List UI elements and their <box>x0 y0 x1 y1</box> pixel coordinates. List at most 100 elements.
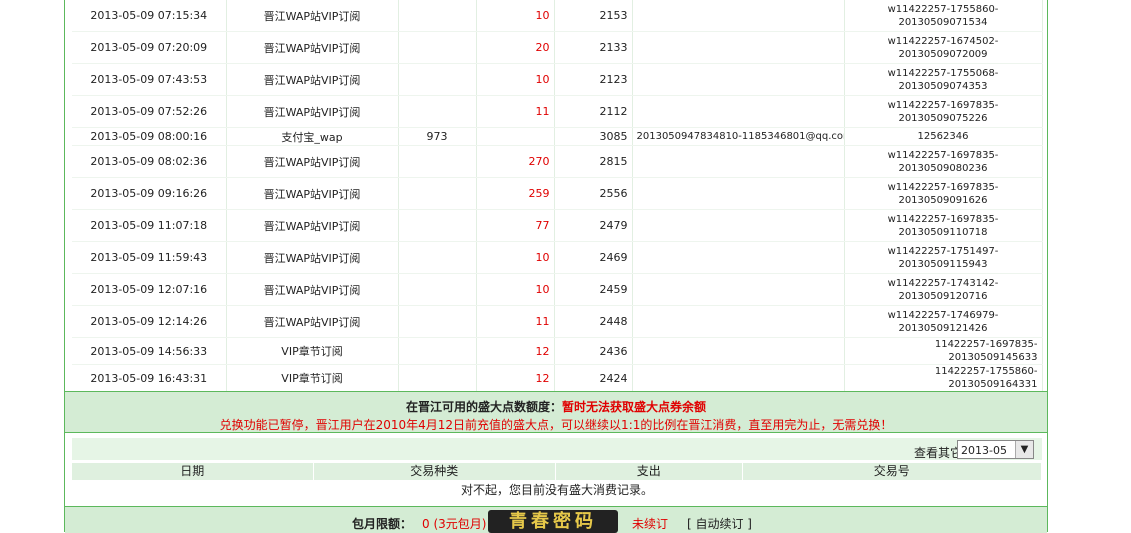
cell-type: 晋江WAP站VIP订阅 <box>226 209 399 242</box>
cell-time: 2013-05-09 12:07:16 <box>72 273 227 306</box>
cell-a <box>398 95 477 128</box>
cell-d <box>632 145 845 178</box>
cell-b: 10 <box>476 273 555 306</box>
cell-type: 晋江WAP站VIP订阅 <box>226 0 399 32</box>
table-row: 2013-05-09 16:43:31 VIP章节订阅 12 2424 11422257… <box>72 364 1043 392</box>
table-row: 2013-05-09 07:43:53 晋江WAP站VIP订阅 10 2123 w114… <box>72 63 1043 96</box>
cell-d <box>632 63 845 96</box>
cell-time: 2013-05-09 14:56:33 <box>72 337 227 365</box>
cell-c: 2112 <box>554 95 633 128</box>
cell-c: 2436 <box>554 337 633 365</box>
sd-points-label: 在晋江可用的盛大点数额度： <box>405 400 562 414</box>
cell-a <box>398 31 477 64</box>
cell-time: 2013-05-09 08:02:36 <box>72 145 227 178</box>
cell-c: 2123 <box>554 63 633 96</box>
cell-a <box>398 63 477 96</box>
cell-type: 晋江WAP站VIP订阅 <box>226 305 399 338</box>
cell-a <box>398 273 477 306</box>
month-select-value: 2013-05 <box>961 444 1007 457</box>
cell-type: 晋江WAP站VIP订阅 <box>226 31 399 64</box>
cell-type: 晋江WAP站VIP订阅 <box>226 177 399 210</box>
cell-type: 晋江WAP站VIP订阅 <box>226 63 399 96</box>
cell-b: 77 <box>476 209 555 242</box>
month-select[interactable]: 2013-05 ▼ <box>957 440 1034 459</box>
cell-c: 2424 <box>554 364 633 392</box>
watermark-logo: 青春密码 <box>488 510 618 533</box>
table-row: 2013-05-09 14:56:33 VIP章节订阅 12 2436 11422257… <box>72 337 1043 365</box>
cell-d <box>632 95 845 128</box>
cell-type: 晋江WAP站VIP订阅 <box>226 95 399 128</box>
cell-e: w11422257-1674502- 20130509072009 <box>844 31 1043 64</box>
table-row: 2013-05-09 07:20:09 晋江WAP站VIP订阅 20 2133 w114… <box>72 31 1043 64</box>
cell-e: w11422257-1755068- 20130509074353 <box>844 63 1043 96</box>
transaction-table-wrap: 2013-05-09 07:15:34 晋江WAP站VIP订阅 10 2153 w114… <box>72 0 1043 392</box>
table-row: 2013-05-09 12:14:26 晋江WAP站VIP订阅 11 2448 w114… <box>72 305 1043 338</box>
cell-e: w11422257-1751497- 20130509115943 <box>844 241 1043 274</box>
monthly-limit-value: 0 (3元包月) <box>422 517 487 531</box>
monthly-limit-bar: 包月限额： 0 (3元包月) 青春密码 未续订 [ 自动续订 ] <box>65 506 1047 533</box>
sd-table-header: 日期 交易种类 支出 交易号 <box>72 463 1042 480</box>
cell-a: 973 <box>398 127 477 146</box>
cell-b <box>476 127 555 146</box>
cell-b: 259 <box>476 177 555 210</box>
cell-e: w11422257-1697835- 20130509110718 <box>844 209 1043 242</box>
cell-time: 2013-05-09 11:59:43 <box>72 241 227 274</box>
cell-a <box>398 209 477 242</box>
cell-type: 支付宝_wap <box>226 127 399 146</box>
cell-a <box>398 177 477 210</box>
cell-a <box>398 0 477 32</box>
empty-message: 对不起，您目前没有盛大消费记录。 <box>460 483 653 497</box>
cell-c: 2448 <box>554 305 633 338</box>
cell-c: 2459 <box>554 273 633 306</box>
cell-a <box>398 305 477 338</box>
cell-time: 2013-05-09 07:15:34 <box>72 0 227 32</box>
cell-time: 2013-05-09 16:43:31 <box>72 364 227 392</box>
cell-d: 2013050947834810-1185346801@qq.com <box>632 127 845 146</box>
cell-d <box>632 337 845 365</box>
cell-type: 晋江WAP站VIP订阅 <box>226 273 399 306</box>
cell-b: 10 <box>476 241 555 274</box>
transaction-table: 2013-05-09 07:15:34 晋江WAP站VIP订阅 10 2153 w114… <box>72 0 1043 392</box>
cell-e: w11422257-1697835- 20130509075226 <box>844 95 1043 128</box>
cell-time: 2013-05-09 11:07:18 <box>72 209 227 242</box>
cell-c: 2815 <box>554 145 633 178</box>
sd-points-notice: 兑换功能已暂停，晋江用户在2010年4月12日前充值的盛大点，可以继续以1:1的… <box>219 418 893 432</box>
chevron-down-icon[interactable]: ▼ <box>1015 441 1033 458</box>
table-row: 2013-05-09 09:16:26 晋江WAP站VIP订阅 259 2556 w11… <box>72 177 1043 210</box>
table-row: 2013-05-09 11:59:43 晋江WAP站VIP订阅 10 2469 w114… <box>72 241 1043 274</box>
cell-time: 2013-05-09 12:14:26 <box>72 305 227 338</box>
auto-renew-link[interactable]: [ 自动续订 ] <box>687 515 752 532</box>
cell-a <box>398 337 477 365</box>
header-date: 日期 <box>72 463 314 480</box>
table-row: 2013-05-09 11:07:18 晋江WAP站VIP订阅 77 2479 w114… <box>72 209 1043 242</box>
cell-c: 2556 <box>554 177 633 210</box>
month-filter-bar: 查看其它月份 2013-05 ▼ <box>72 438 1042 460</box>
cell-time: 2013-05-09 07:52:26 <box>72 95 227 128</box>
header-expense: 支出 <box>556 463 743 480</box>
cell-e: w11422257-1755860- 20130509071534 <box>844 0 1043 32</box>
cell-b: 10 <box>476 0 555 32</box>
cell-d <box>632 241 845 274</box>
sd-points-status: 暂时无法获取盛大点券余额 <box>562 400 707 414</box>
cell-e: w11422257-1697835- 20130509091626 <box>844 177 1043 210</box>
cell-time: 2013-05-09 07:43:53 <box>72 63 227 96</box>
cell-d <box>632 273 845 306</box>
table-row: 2013-05-09 08:00:16 支付宝_wap 973 3085 2013050… <box>72 127 1043 146</box>
table-row: 2013-05-09 07:52:26 晋江WAP站VIP订阅 11 2112 w114… <box>72 95 1043 128</box>
cell-b: 12 <box>476 337 555 365</box>
cell-b: 10 <box>476 63 555 96</box>
cell-b: 11 <box>476 95 555 128</box>
cell-d <box>632 305 845 338</box>
header-trade-no: 交易号 <box>743 463 1042 480</box>
cell-e: w11422257-1697835- 20130509080236 <box>844 145 1043 178</box>
cell-d <box>632 209 845 242</box>
cell-type: VIP章节订阅 <box>226 364 399 392</box>
cell-b: 12 <box>476 364 555 392</box>
cell-c: 2133 <box>554 31 633 64</box>
cell-e: w11422257-1743142- 20130509120716 <box>844 273 1043 306</box>
cell-b: 270 <box>476 145 555 178</box>
cell-d <box>632 31 845 64</box>
cell-e: 11422257-1697835-20130509145633 <box>844 337 1043 365</box>
cell-d <box>632 0 845 32</box>
cell-a <box>398 145 477 178</box>
